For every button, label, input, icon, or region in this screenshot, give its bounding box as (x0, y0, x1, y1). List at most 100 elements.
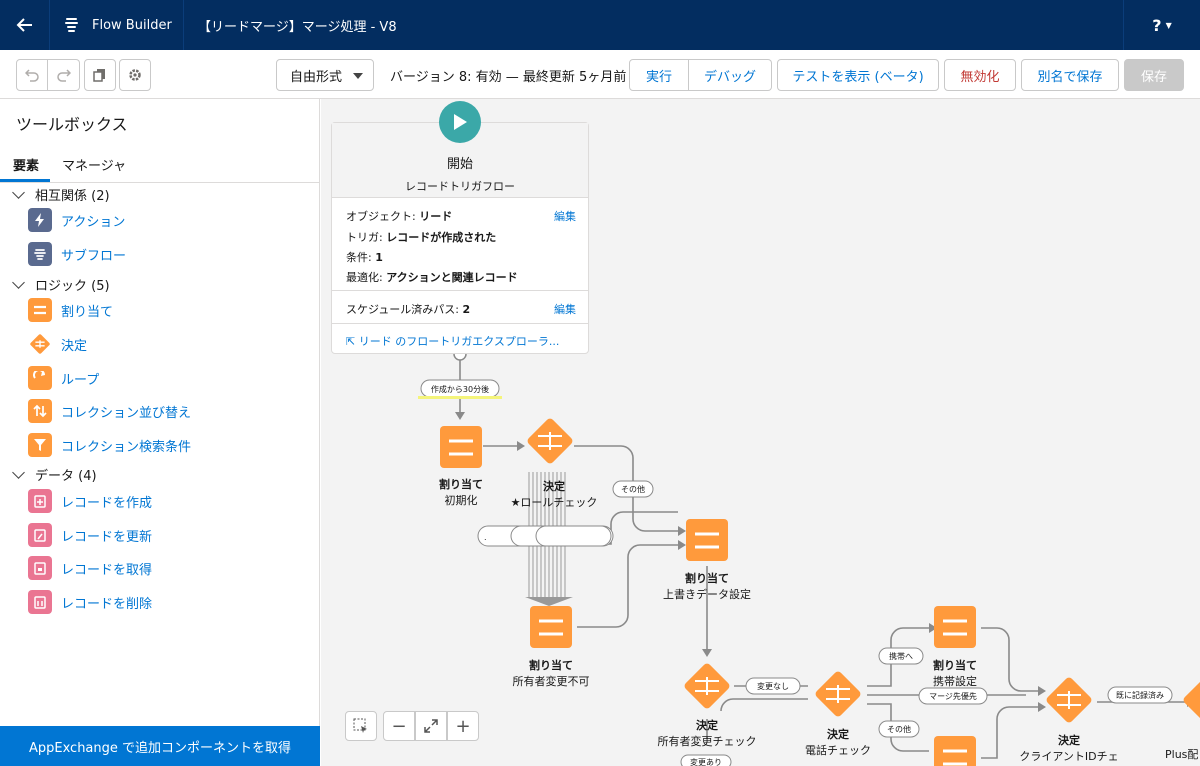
copy-icon (93, 69, 105, 82)
flow-canvas[interactable]: 作成から30分後 その他 変更なし 変更あり 携帯へ マージ先優先 その他 既に… (321, 99, 1200, 766)
section-interaction[interactable]: 相互関係 (2) (10, 185, 110, 204)
item-label: レコードを作成 (61, 495, 153, 511)
record-create-icon (28, 489, 52, 513)
section-logic[interactable]: ロジック (5) (10, 275, 110, 294)
toolbox-tabs: 要素 マネージャ (0, 147, 320, 183)
settings-button[interactable] (119, 59, 151, 91)
app-brand: Flow Builder (50, 0, 184, 50)
deactivate-button[interactable]: 無効化 (944, 59, 1016, 91)
copy-button[interactable] (84, 59, 116, 91)
node-label-overwrite[interactable]: 割り当て 上書きデータ設定 (663, 570, 751, 602)
back-button[interactable] (0, 0, 50, 50)
toolbox-title: ツールボックス (16, 115, 128, 134)
node-icons (440, 418, 1200, 766)
select-elements-button[interactable] (345, 711, 377, 741)
save-button[interactable]: 保存 (1124, 59, 1184, 91)
section-label: 相互関係 (2) (35, 189, 110, 204)
view-tests-button[interactable]: テストを表示 (ベータ) (777, 59, 939, 91)
tab-elements[interactable]: 要素 (13, 155, 39, 174)
assignment-node-owner (530, 606, 572, 648)
section-label: データ (4) (35, 469, 97, 484)
zoom-in-button[interactable]: + (447, 711, 479, 741)
lightning-icon (28, 208, 52, 232)
record-get-icon (28, 556, 52, 580)
layout-mode-value: 自由形式 (290, 69, 343, 85)
sort-icon (28, 399, 52, 423)
subflow-icon (28, 242, 52, 266)
item-label: レコードを取得 (61, 562, 153, 578)
toolbar: 自由形式 バージョン 8: 有効 — 最終更新 5ヶ月前 実行 デバッグ テスト… (0, 50, 1200, 99)
tab-manager[interactable]: マネージャ (62, 155, 126, 174)
chevron-down-icon (12, 185, 25, 199)
layout-mode-select[interactable]: 自由形式 (276, 59, 374, 91)
toolbox-item-decision[interactable]: 決定 (28, 332, 87, 356)
app-header: Flow Builder 【リードマージ】マージ処理 - V8 ? ▼ (0, 0, 1200, 50)
marquee-select-icon (353, 718, 367, 733)
item-label: レコードを削除 (61, 596, 153, 612)
toolbox-item-subflow[interactable]: サブフロー (28, 242, 126, 266)
decision-node-client (1046, 677, 1092, 723)
toolbox-item-collection-sort[interactable]: コレクション並び替え (28, 399, 191, 423)
flow-title: 【リードマージ】マージ処理 - V8 (198, 19, 397, 35)
zoom-controls: − + (345, 711, 479, 741)
redo-button[interactable] (48, 59, 80, 91)
version-status: バージョン 8: 有効 — 最終更新 5ヶ月前 (390, 69, 627, 85)
section-label: ロジック (5) (35, 279, 110, 294)
node-label-owner-check[interactable]: 決定 所有者変更チェック (658, 717, 757, 749)
decision-node-owner (684, 663, 730, 709)
assignment-node-overwrite (686, 519, 728, 561)
appexchange-button[interactable]: AppExchange で追加コンポーネントを取得 (0, 726, 320, 766)
toolbox-item-assignment[interactable]: 割り当て (28, 298, 113, 322)
node-label-init[interactable]: 割り当て 初期化 (439, 476, 483, 508)
toolbox-item-get-records[interactable]: レコードを取得 (28, 556, 152, 580)
expand-icon (424, 719, 438, 733)
assignment-node-mobile (934, 606, 976, 648)
fit-to-view-button[interactable] (415, 711, 447, 741)
decision-node-phone (815, 671, 861, 717)
item-label: ループ (61, 372, 100, 388)
toolbox-panel: ツールボックス 要素 マネージャ 相互関係 (2) アクション サブフロー ロジ… (0, 99, 320, 766)
toolbox-item-loop[interactable]: ループ (28, 366, 99, 390)
node-label-owner-locked[interactable]: 割り当て 所有者変更不可 (513, 657, 590, 689)
arrow-left-icon (16, 18, 32, 32)
zoom-group: − + (383, 711, 479, 741)
decision-node-partial (1183, 677, 1200, 723)
help-menu-button[interactable]: ? ▼ (1123, 0, 1200, 50)
item-label: サブフロー (61, 248, 127, 264)
toolbox-item-delete-records[interactable]: レコードを削除 (28, 590, 152, 614)
toolbox-item-update-records[interactable]: レコードを更新 (28, 523, 152, 547)
gear-icon (129, 69, 141, 81)
toolbox-item-create-records[interactable]: レコードを作成 (28, 489, 152, 513)
undo-button[interactable] (16, 59, 48, 91)
undo-icon (25, 69, 39, 82)
item-label: コレクション検索条件 (61, 439, 192, 455)
debug-button[interactable]: デバッグ (689, 59, 772, 91)
toolbox-item-action[interactable]: アクション (28, 208, 125, 232)
chevron-down-icon (12, 465, 25, 479)
node-label-partial[interactable]: Plus配 (1165, 746, 1198, 762)
active-tab-indicator (0, 179, 50, 182)
toolbox-item-collection-filter[interactable]: コレクション検索条件 (28, 433, 191, 457)
caret-down-icon (353, 73, 363, 79)
run-button[interactable]: 実行 (629, 59, 689, 91)
item-label: 割り当て (61, 304, 114, 320)
plus-icon: + (455, 715, 471, 737)
flow-icon (65, 18, 78, 32)
save-as-button[interactable]: 別名で保存 (1021, 59, 1119, 91)
minus-icon: − (391, 715, 407, 737)
node-label-mobile[interactable]: 割り当て 携帯設定 (933, 657, 977, 689)
app-name: Flow Builder (92, 17, 172, 33)
decision-icon (28, 332, 52, 356)
assignment-node-init (440, 426, 482, 468)
item-label: コレクション並び替え (61, 405, 192, 421)
node-label-client-check[interactable]: 決定 クライアントIDチェ (1019, 732, 1118, 764)
chevron-down-icon (12, 275, 25, 289)
section-data[interactable]: データ (4) (10, 465, 97, 484)
item-label: レコードを更新 (61, 529, 153, 545)
zoom-out-button[interactable]: − (383, 711, 415, 741)
assignment-icon (28, 298, 52, 322)
record-delete-icon (28, 590, 52, 614)
node-label-phone-check[interactable]: 決定 電話チェック (805, 726, 871, 758)
node-label-role-check[interactable]: 決定 ★ロールチェック (511, 478, 598, 510)
item-label: 決定 (61, 338, 88, 354)
